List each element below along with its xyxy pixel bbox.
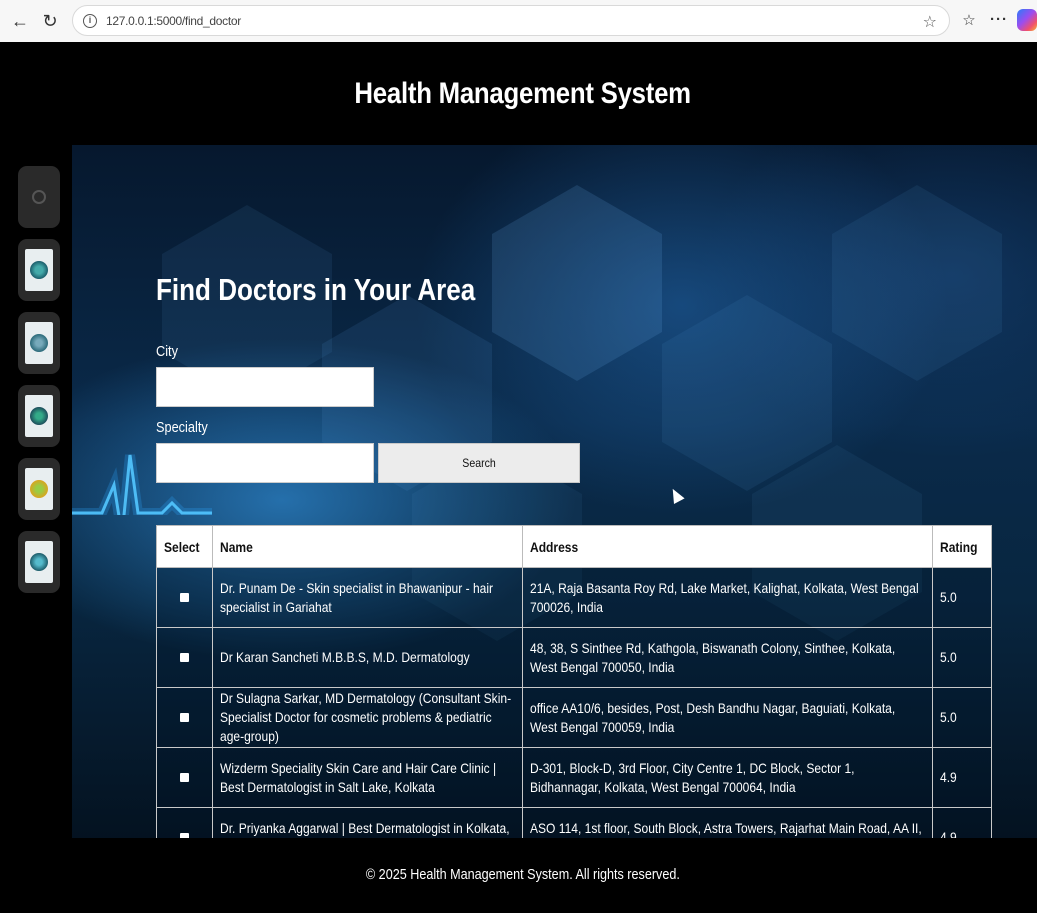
column-header-select: Select	[155, 525, 214, 568]
doctor-rating: 5.0	[940, 649, 958, 665]
url-text: 127.0.0.1:5000/find_doctor	[106, 13, 241, 28]
city-label: City	[156, 343, 178, 360]
doctor-rating: 4.9	[940, 769, 958, 785]
search-button[interactable]: Search	[378, 443, 580, 483]
sidebar-item-compass[interactable]	[18, 312, 60, 374]
doctors-table: Select Name Address Rating Dr. Punam De …	[155, 525, 992, 868]
more-options-icon[interactable]: ···	[989, 11, 1009, 28]
favorite-star-icon[interactable]: ☆	[923, 12, 937, 32]
compass-icon	[25, 322, 53, 364]
doctor-address: 48, 38, S Sinthee Rd, Kathgola, Biswanat…	[529, 639, 895, 675]
globe-icon	[25, 541, 53, 583]
copilot-icon[interactable]	[1017, 9, 1037, 31]
table-row: Dr Sulagna Sarkar, MD Dermatology (Consu…	[155, 687, 992, 748]
address-bar[interactable]: i 127.0.0.1:5000/find_doctor ☆	[72, 5, 950, 36]
table-row: Dr Karan Sancheti M.B.B.S, M.D. Dermatol…	[155, 627, 992, 688]
column-header-name: Name	[212, 525, 523, 568]
diet-plan-icon	[25, 468, 53, 510]
search-button-label: Search	[462, 456, 496, 470]
sidebar-item-home[interactable]	[18, 166, 60, 228]
specialty-input[interactable]	[156, 443, 374, 483]
sidebar-item-diet-plan[interactable]	[18, 458, 60, 520]
favorites-icon[interactable]: ☆	[959, 11, 979, 29]
column-header-rating: Rating	[932, 525, 992, 568]
doctor-name: Dr Karan Sancheti M.B.B.S, M.D. Dermatol…	[220, 649, 470, 665]
hexagon-decoration	[492, 185, 662, 381]
doctor-name: Dr Sulagna Sarkar, MD Dermatology (Consu…	[220, 690, 512, 744]
site-info-icon[interactable]: i	[83, 13, 97, 28]
page-title: Find Doctors in Your Area	[156, 272, 476, 307]
footer-copyright: © 2025 Health Management System. All rig…	[366, 866, 680, 883]
page: Health Management System Find Doctors in…	[4, 42, 1037, 913]
site-footer: © 2025 Health Management System. All rig…	[4, 838, 1037, 913]
sidebar-item-find-doctor[interactable]	[18, 239, 60, 301]
select-checkbox[interactable]	[180, 773, 190, 782]
site-title: Health Management System	[354, 76, 692, 110]
health-badge-icon	[25, 395, 53, 437]
doctor-name: Wizderm Speciality Skin Care and Hair Ca…	[220, 759, 497, 795]
doctor-rating: 5.0	[940, 589, 958, 605]
doctor-rating: 5.0	[940, 709, 958, 725]
reload-icon[interactable]: ↻	[40, 11, 60, 31]
home-icon	[32, 190, 46, 204]
back-arrow-icon[interactable]: ←	[10, 11, 30, 31]
hexagon-decoration	[832, 185, 1002, 381]
find-doctor-icon	[25, 249, 53, 291]
table-row: Wizderm Speciality Skin Care and Hair Ca…	[155, 747, 992, 808]
city-input[interactable]	[156, 367, 374, 407]
doctor-name: Dr. Punam De - Skin specialist in Bhawan…	[220, 579, 494, 615]
select-checkbox[interactable]	[180, 653, 190, 662]
sidebar-item-health-badge[interactable]	[18, 385, 60, 447]
doctor-address: D-301, Block-D, 3rd Floor, City Centre 1…	[529, 759, 855, 795]
browser-toolbar: ← ↻ i 127.0.0.1:5000/find_doctor ☆ ☆ ···	[0, 0, 1037, 42]
select-checkbox[interactable]	[180, 593, 190, 602]
site-header: Health Management System	[4, 42, 1037, 145]
table-header-row: Select Name Address Rating	[155, 525, 992, 568]
doctor-address: 21A, Raja Basanta Roy Rd, Lake Market, K…	[529, 579, 919, 615]
table-row: Dr. Punam De - Skin specialist in Bhawan…	[155, 567, 992, 628]
specialty-label: Specialty	[156, 419, 208, 436]
column-header-address: Address	[521, 525, 934, 568]
doctor-address: office AA10/6, besides, Post, Desh Bandh…	[529, 699, 895, 735]
select-checkbox[interactable]	[180, 713, 190, 722]
sidebar-item-globe[interactable]	[18, 531, 60, 593]
sidebar	[4, 145, 72, 881]
